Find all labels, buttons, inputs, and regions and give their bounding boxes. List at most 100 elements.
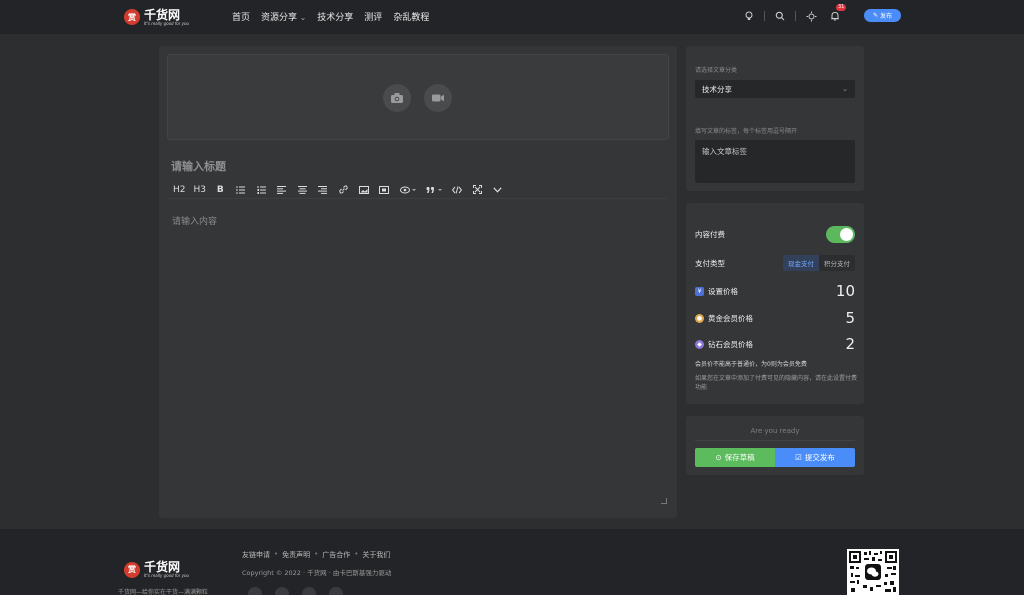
hidden-content-note: 如果您在文章中添加了付费可见的隐藏内容，请在此设置付费功能: [695, 375, 858, 391]
paid-content-toggle[interactable]: [826, 226, 855, 243]
category-tags-panel: 请选择文章分类 技术分享 ⌄ 填写文章的标签，每个标签用逗号隔开 输入文章标签: [686, 46, 864, 191]
publish-button[interactable]: ✎ 发布: [864, 9, 901, 22]
cover-media-area: [167, 54, 669, 140]
social-icon-weibo[interactable]: [302, 587, 316, 595]
save-draft-button[interactable]: ⊙ 保存草稿: [695, 448, 775, 467]
fullscreen-icon[interactable]: [467, 182, 488, 198]
pay-type-label: 支付类型: [695, 258, 725, 268]
nav-item-tech[interactable]: 技术分享: [317, 10, 353, 23]
diamond-price-row: ◆ 钻石会员价格 2: [695, 335, 855, 353]
lightbulb-icon[interactable]: [742, 9, 756, 23]
category-select[interactable]: 技术分享 ⌄: [695, 80, 855, 98]
footer-links: 友链申请 • 免责声明 • 广告合作 • 关于我们: [242, 550, 390, 560]
diamond-price-label: 钻石会员价格: [708, 339, 753, 349]
logo-text: 千货网: [144, 7, 181, 22]
camera-icon: [391, 93, 403, 103]
link-separator: •: [314, 550, 319, 558]
copyright: Copyright © 2022 · 千货网 · 由卡巴斯基强力驱动: [242, 569, 392, 577]
align-right-icon[interactable]: [313, 182, 334, 198]
price-input[interactable]: 10: [836, 282, 855, 300]
editor-panel: 请输入标题 H2 H3 B 请输入内容: [159, 46, 677, 518]
pay-type-segmented: 现金支付 积分支付: [783, 255, 855, 271]
gold-price-label: 黄金会员价格: [708, 313, 753, 323]
footer-link-friends[interactable]: 友链申请: [242, 550, 270, 560]
nav-item-home[interactable]: 首页: [232, 10, 250, 23]
nav-item-review[interactable]: 测评: [364, 10, 382, 23]
price-tag-icon: ¥: [695, 286, 704, 296]
edit-icon: ☑: [795, 453, 802, 462]
link-icon[interactable]: [333, 182, 354, 198]
nav-item-tutorials[interactable]: 杂乱教程: [393, 10, 429, 23]
visibility-dropdown-icon[interactable]: [395, 182, 421, 198]
heading2-button[interactable]: H2: [169, 182, 190, 198]
category-label: 请选择文章分类: [695, 67, 738, 74]
image-icon[interactable]: [354, 182, 375, 198]
gold-price-row: ● 黄金会员价格 5: [695, 309, 855, 327]
gold-member-icon: ●: [695, 313, 704, 323]
pencil-icon: ✎: [872, 12, 878, 19]
pay-option-cash[interactable]: 现金支付: [783, 255, 819, 271]
video-camera-icon: [432, 94, 444, 102]
main-nav: 首页 资源分享 技术分享 测评 杂乱教程: [232, 10, 429, 23]
quote-dropdown-icon[interactable]: [421, 182, 447, 198]
link-separator: •: [274, 550, 279, 558]
publish-label: 发布: [880, 13, 893, 20]
site-footer: 赏 千货网 It's really good for you 友链申请 • 免责…: [0, 529, 1024, 595]
footer-logo[interactable]: 赏 千货网 It's really good for you: [124, 561, 189, 578]
notification-badge: 31: [836, 4, 847, 11]
submit-publish-button[interactable]: ☑ 提交发布: [775, 448, 855, 467]
diamond-price-input[interactable]: 2: [845, 335, 855, 353]
save-icon: ⊙: [715, 453, 722, 462]
footer-social-icons: [248, 587, 343, 595]
ready-text: Are you ready: [750, 427, 800, 435]
resize-handle-icon[interactable]: [661, 498, 667, 504]
chevron-down-icon: ⌄: [842, 85, 848, 93]
social-icon-mail[interactable]: [329, 587, 343, 595]
bold-button[interactable]: B: [210, 182, 231, 198]
upload-video-button[interactable]: [424, 84, 452, 112]
heading3-button[interactable]: H3: [190, 182, 211, 198]
footer-link-ads[interactable]: 广告合作: [322, 550, 350, 560]
theme-toggle-icon[interactable]: [804, 9, 818, 23]
tags-input[interactable]: 输入文章标签: [695, 140, 855, 183]
social-icon-user[interactable]: [275, 587, 289, 595]
bulleted-list-icon[interactable]: [231, 182, 252, 198]
embed-icon[interactable]: [374, 182, 395, 198]
price-row: ¥ 设置价格 10: [695, 282, 855, 300]
payment-panel: 内容付费 支付类型 现金支付 积分支付 ¥ 设置价格 10 ● 黄金会员价格 5…: [686, 203, 864, 404]
more-chevron-icon[interactable]: [488, 182, 509, 198]
paid-content-label: 内容付费: [695, 230, 725, 239]
diamond-member-icon: ◆: [695, 339, 704, 349]
code-icon[interactable]: [447, 182, 468, 198]
numbered-list-icon[interactable]: [251, 182, 272, 198]
save-draft-label: 保存草稿: [724, 453, 755, 462]
submit-panel: Are you ready ⊙ 保存草稿 ☑ 提交发布: [686, 416, 864, 475]
align-center-icon[interactable]: [292, 182, 313, 198]
divider: [695, 440, 855, 441]
pay-option-points[interactable]: 积分支付: [819, 255, 855, 271]
footer-link-about[interactable]: 关于我们: [362, 550, 390, 560]
editor-toolbar: H2 H3 B: [169, 181, 667, 199]
link-separator: •: [354, 550, 359, 558]
logo-subtitle: It's really good for you: [144, 20, 189, 26]
search-icon[interactable]: [773, 9, 787, 23]
social-icon-qq[interactable]: [248, 587, 262, 595]
content-editor[interactable]: 请输入内容: [172, 214, 217, 227]
footer-logo-badge-icon: 赏: [124, 561, 140, 578]
site-logo[interactable]: 赏 千货网 It's really good for you: [124, 6, 189, 28]
header-divider: [764, 11, 765, 21]
logo-badge-icon: 赏: [124, 9, 140, 25]
upload-image-button[interactable]: [383, 84, 411, 112]
footer-link-disclaimer[interactable]: 免责声明: [282, 550, 310, 560]
gold-price-input[interactable]: 5: [845, 309, 855, 327]
submit-publish-label: 提交发布: [804, 453, 835, 462]
bell-icon[interactable]: 31: [828, 4, 847, 23]
footer-slogan: 千货网—给你实在干货—满满颗粒: [118, 589, 209, 595]
align-left-icon[interactable]: [272, 182, 293, 198]
nav-item-resources[interactable]: 资源分享: [261, 10, 306, 23]
footer-logo-subtitle: It's really good for you: [144, 573, 189, 578]
member-price-note: 会员价不能高于普通价，为0则为会员免费: [695, 361, 807, 368]
title-input[interactable]: 请输入标题: [171, 158, 226, 174]
qr-code-icon: [847, 549, 899, 595]
footer-logo-text: 千货网: [144, 560, 181, 574]
